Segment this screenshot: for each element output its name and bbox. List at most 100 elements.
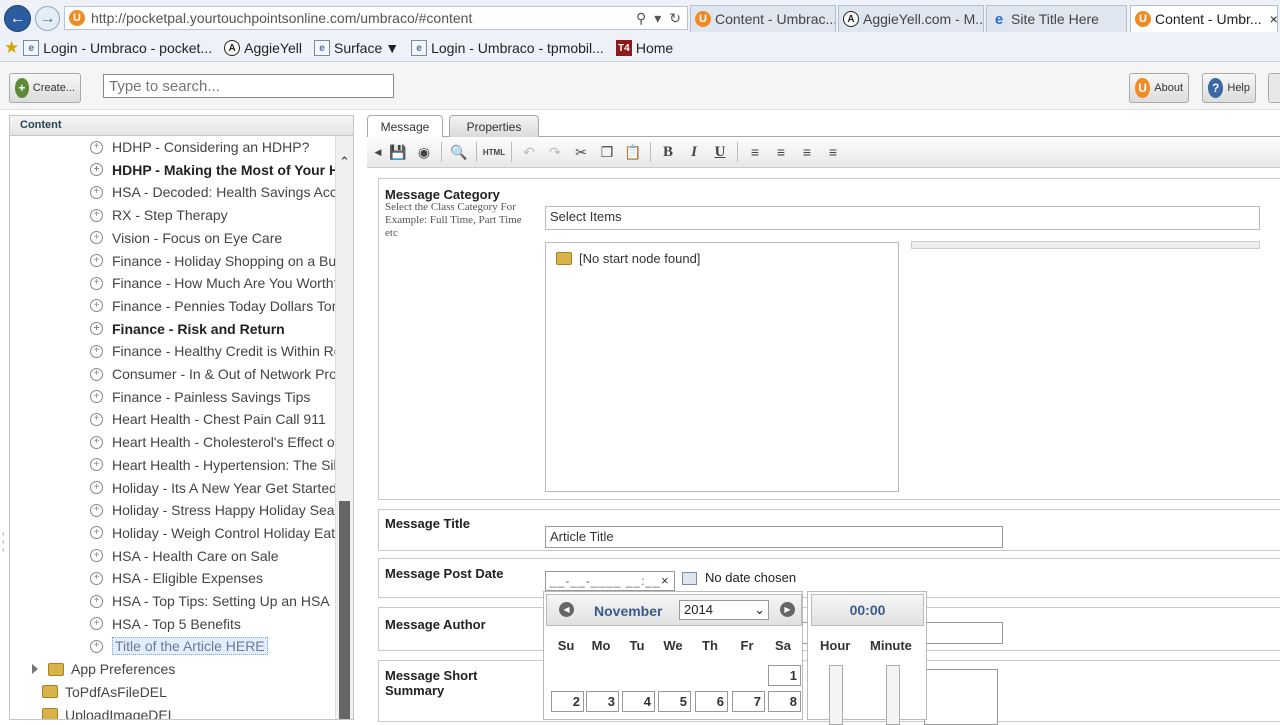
close-icon[interactable]: × — [1270, 11, 1277, 27]
dropdown-icon[interactable]: ▾ — [654, 10, 661, 27]
tree-item[interactable]: + Finance - How Much Are You Worth? — [90, 273, 335, 293]
favorite-link[interactable]: e Surface ▼ — [313, 40, 399, 56]
year-select[interactable]: 2014 ⌄ — [679, 600, 769, 620]
tree-scrollbar[interactable]: ⌃ — [335, 136, 353, 719]
clear-date-icon[interactable]: × — [661, 573, 669, 588]
tree-item-label: HDHP - Making the Most of Your HDHP — [112, 161, 335, 178]
back-button[interactable]: ← — [4, 5, 31, 32]
undo-icon[interactable]: ↶ — [516, 141, 542, 163]
tree-item[interactable]: + Heart Health - Cholesterol's Effect on — [90, 432, 335, 452]
browser-tab-1[interactable]: U Content - Umbrac... — [690, 5, 836, 32]
align-left-icon[interactable]: ≡ — [742, 141, 768, 163]
date-input[interactable]: __-__-____ __:__ — [545, 571, 675, 591]
prev-month-icon[interactable]: ◀ — [559, 602, 574, 617]
tree-folder[interactable]: UploadImageDEL — [42, 705, 332, 719]
underline-icon[interactable]: U — [707, 141, 733, 163]
tree-item-label: HSA - Top Tips: Setting Up an HSA — [112, 593, 330, 609]
create-button[interactable]: + Create... — [9, 73, 81, 103]
summary-textarea[interactable] — [924, 669, 998, 725]
tree-item[interactable]: + Finance - Pennies Today Dollars Tomorro… — [90, 296, 335, 316]
save-publish-icon[interactable]: ◉ — [411, 141, 437, 163]
favorites-star-icon[interactable]: ★ — [4, 38, 19, 58]
tree-item[interactable]: + Holiday - Its A New Year Get Started — [90, 478, 335, 498]
browser-tab-4[interactable]: U Content - Umbr... × — [1130, 5, 1278, 32]
expand-arrow-icon[interactable] — [32, 664, 38, 675]
favorite-link[interactable]: T4 Home — [615, 40, 673, 56]
calendar-day[interactable]: 2 — [551, 691, 584, 712]
align-right-icon[interactable]: ≡ — [794, 141, 820, 163]
calendar-day[interactable]: 7 — [732, 691, 765, 712]
tree-item-label: HSA - Health Care on Sale — [112, 547, 279, 564]
about-button[interactable]: U About — [1129, 73, 1189, 103]
bold-icon[interactable]: B — [655, 141, 681, 163]
splitter-handle[interactable]: ‹ ‹ ‹ — [2, 530, 5, 554]
collapse-icon[interactable]: ◀ — [371, 141, 385, 163]
calendar-icon[interactable] — [682, 572, 697, 585]
minute-slider[interactable] — [886, 665, 900, 725]
browser-tab-3[interactable]: e Site Title Here — [986, 5, 1127, 32]
scrollbar-thumb[interactable] — [339, 501, 350, 719]
address-bar[interactable]: U http://pocketpal.yourtouchpointsonline… — [64, 6, 688, 30]
title-row: Message Title Article Title — [378, 509, 1280, 551]
tree-item[interactable]: + Vision - Focus on Eye Care — [90, 228, 335, 248]
tree-item[interactable]: + Finance - Risk and Return — [90, 319, 335, 339]
tree-item[interactable]: + Finance - Holiday Shopping on a Budget — [90, 251, 335, 271]
tree-item[interactable]: + Finance - Painless Savings Tips — [90, 387, 335, 407]
favorite-link[interactable]: e Login - Umbraco - pocket... — [23, 40, 212, 56]
tree-item-label: Holiday - Stress Happy Holiday Season — [112, 502, 335, 519]
align-center-icon[interactable]: ≡ — [768, 141, 794, 163]
tree-item[interactable]: + Finance - Healthy Credit is Within Reac… — [90, 341, 335, 361]
favorite-link[interactable]: e Login - Umbraco - tpmobil... — [411, 40, 604, 56]
preview-icon[interactable]: 🔍 — [446, 141, 472, 163]
tree-item[interactable]: + RX - Step Therapy — [90, 205, 335, 225]
calendar-day[interactable]: 5 — [658, 691, 691, 712]
tree-item[interactable]: + HSA - Top 5 Benefits — [90, 614, 335, 634]
tree-item[interactable]: + HSA - Decoded: Health Savings Accounts — [90, 182, 335, 202]
calendar-day[interactable]: 6 — [695, 691, 728, 712]
tree-item[interactable]: + HDHP - Making the Most of Your HDHP — [90, 160, 335, 180]
select-items-field[interactable]: Select Items — [545, 206, 1260, 230]
calendar-day[interactable]: 1 — [768, 665, 801, 686]
tree-item[interactable]: + HSA - Top Tips: Setting Up an HSA — [90, 591, 335, 611]
refresh-icon[interactable]: ↻ — [669, 10, 681, 27]
title-input[interactable]: Article Title — [545, 526, 1003, 548]
tree-item[interactable]: + Holiday - Stress Happy Holiday Season — [90, 500, 335, 520]
favorite-link[interactable]: A AggieYell — [224, 40, 302, 56]
calendar-day[interactable]: 3 — [586, 691, 619, 712]
tree-item[interactable]: + HSA - Health Care on Sale — [90, 546, 335, 566]
tree-item[interactable]: + Holiday - Weigh Control Holiday Eating — [90, 523, 335, 543]
category-tree-picker[interactable]: [No start node found] — [545, 242, 899, 492]
tree-item[interactable]: + Heart Health - Hypertension: The Silent — [90, 455, 335, 475]
tree-folder[interactable]: ToPdfAsFileDEL — [42, 682, 332, 702]
tree-item[interactable]: + Title of the Article HERE — [90, 636, 335, 656]
tree-item[interactable]: + Consumer - In & Out of Network Provider… — [90, 364, 335, 384]
chevron-up-icon[interactable]: ⌃ — [339, 154, 350, 170]
tree-item[interactable]: + HSA - Eligible Expenses — [90, 568, 335, 588]
justify-icon[interactable]: ≡ — [820, 141, 846, 163]
forward-button[interactable]: → — [35, 6, 60, 31]
tab-message[interactable]: Message — [367, 115, 443, 138]
redo-icon[interactable]: ↷ — [542, 141, 568, 163]
copy-icon[interactable]: ❐ — [594, 141, 620, 163]
search-icon[interactable]: ⚲ — [636, 10, 646, 27]
browser-tab-2[interactable]: A AggieYell.com - M... — [838, 5, 984, 32]
help-button[interactable]: ? Help — [1202, 73, 1256, 103]
calendar-day[interactable]: 4 — [622, 691, 655, 712]
hour-slider[interactable] — [829, 665, 843, 725]
tree-item[interactable]: + Heart Health - Chest Pain Call 911 — [90, 409, 335, 429]
content-tree-panel: Content + HDHP - Considering an HDHP? + HDH… — [9, 115, 354, 720]
tab-properties[interactable]: Properties — [449, 115, 539, 137]
calendar-day[interactable]: 8 — [768, 691, 801, 712]
next-month-icon[interactable]: ▶ — [780, 602, 795, 617]
save-icon[interactable]: 💾 — [385, 141, 411, 163]
url-text[interactable]: http://pocketpal.yourtouchpointsonline.c… — [91, 10, 636, 26]
tree-folder[interactable]: App Preferences — [32, 659, 322, 679]
logout-button[interactable] — [1268, 73, 1280, 103]
search-input[interactable] — [103, 74, 394, 98]
cut-icon[interactable]: ✂ — [568, 141, 594, 163]
tree-item[interactable]: + HDHP - Considering an HDHP? — [90, 137, 335, 157]
document-node-icon: + — [90, 208, 103, 222]
html-source-icon[interactable]: HTML — [481, 141, 507, 163]
italic-icon[interactable]: I — [681, 141, 707, 163]
paste-icon[interactable]: 📋 — [620, 141, 646, 163]
